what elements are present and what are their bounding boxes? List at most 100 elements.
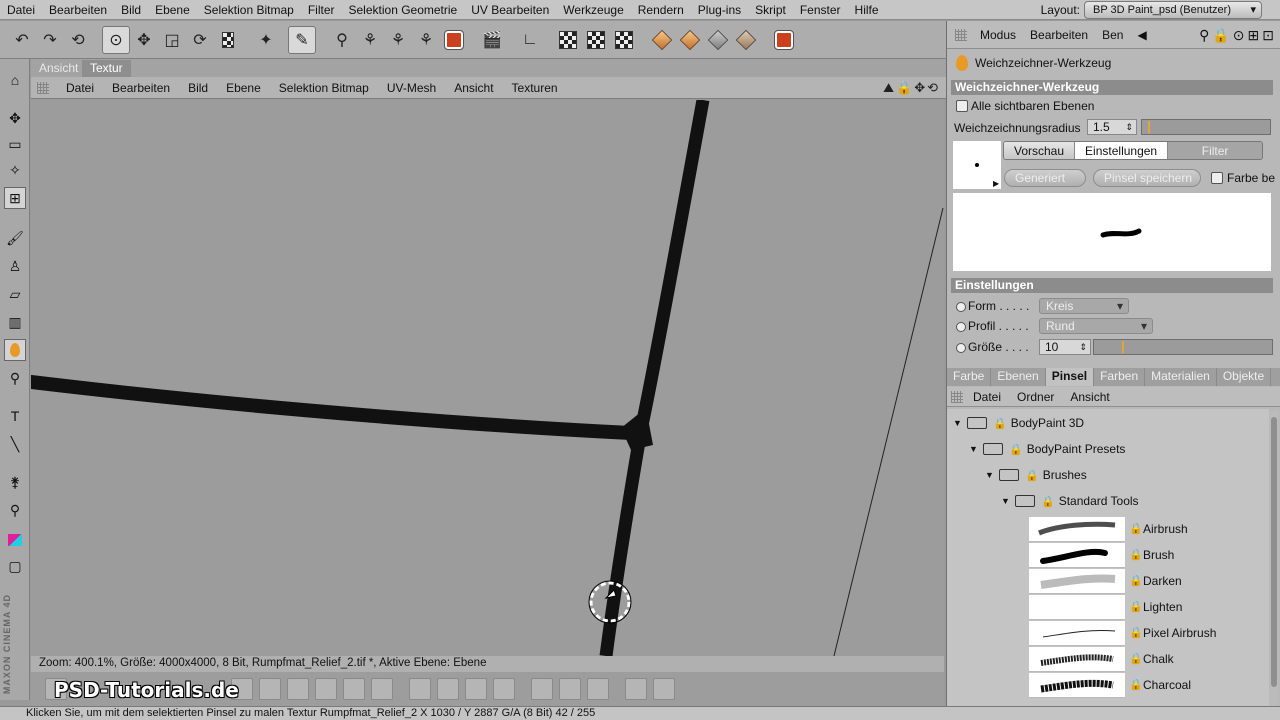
bottom-tool-10[interactable] bbox=[465, 678, 487, 700]
cube-3-icon[interactable] bbox=[704, 26, 732, 54]
tab-pinsel[interactable]: Pinsel bbox=[1045, 368, 1095, 386]
form-dropdown[interactable]: Kreis bbox=[1039, 298, 1129, 314]
magic-wand-icon[interactable]: ✦ bbox=[252, 26, 280, 54]
tab-farbe[interactable]: Farbe bbox=[947, 368, 992, 386]
tab-textur[interactable]: Textur bbox=[82, 60, 131, 77]
eyedropper-icon[interactable]: ⚵ bbox=[4, 471, 26, 493]
browser-menu-ansicht[interactable]: Ansicht bbox=[1062, 390, 1117, 404]
tab-objekte[interactable]: Objekte bbox=[1217, 368, 1272, 386]
tree-item[interactable]: ▼ 🔒 BodyPaint Presets bbox=[969, 439, 1125, 459]
uv-edge-icon[interactable]: ⚘ bbox=[412, 26, 440, 54]
move-icon[interactable]: ✥ bbox=[4, 107, 26, 129]
menu-bearbeiten[interactable]: Bearbeiten bbox=[42, 3, 114, 17]
menu-selektion-geometrie[interactable]: Selektion Geometrie bbox=[342, 3, 465, 17]
expand-arrow-icon[interactable]: ▼ bbox=[953, 418, 963, 428]
tab-farben[interactable]: Farben bbox=[1094, 368, 1146, 386]
menu-bild[interactable]: Bild bbox=[114, 3, 148, 17]
size-input[interactable]: 10 bbox=[1039, 339, 1091, 355]
scroll-thumb[interactable] bbox=[1271, 417, 1277, 687]
attr-tool-icons[interactable]: ⚲🔒⊙⊞⊡ bbox=[1199, 27, 1277, 44]
menu-plug-ins[interactable]: Plug-ins bbox=[691, 3, 748, 17]
tab-vorschau[interactable]: Vorschau bbox=[1004, 142, 1076, 159]
gradient-icon[interactable]: ▥ bbox=[4, 311, 26, 333]
uv-point-icon[interactable]: ⚘ bbox=[384, 26, 412, 54]
menu-werkzeuge[interactable]: Werkzeuge bbox=[556, 3, 630, 17]
tree-item[interactable]: ▼ 🔒 Brushes bbox=[985, 465, 1087, 485]
tab-ebenen[interactable]: Ebenen bbox=[991, 368, 1046, 386]
pointer-tool-icon[interactable]: ⊙ bbox=[102, 26, 130, 54]
bottom-tool-4[interactable] bbox=[287, 678, 309, 700]
brush-row-brush[interactable]: 🔒 Brush bbox=[1029, 543, 1269, 569]
rect-select-icon[interactable]: ▭ bbox=[4, 133, 26, 155]
render-settings-icon[interactable] bbox=[440, 26, 468, 54]
brush-icon[interactable]: 🖌 bbox=[4, 227, 26, 249]
radius-slider-knob[interactable] bbox=[1148, 121, 1151, 133]
menu-uv-bearbeiten[interactable]: UV Bearbeiten bbox=[464, 3, 556, 17]
mask-icon[interactable]: ▢ bbox=[4, 555, 26, 577]
size-slider[interactable] bbox=[1093, 339, 1273, 355]
bottom-tool-12[interactable] bbox=[531, 678, 553, 700]
view-menu-datei[interactable]: Datei bbox=[57, 81, 103, 95]
move-tool-icon[interactable]: ✥ bbox=[130, 26, 158, 54]
bottom-tool-16[interactable] bbox=[653, 678, 675, 700]
tab-filter[interactable]: Filter bbox=[1168, 142, 1263, 159]
bottom-tool-8[interactable] bbox=[409, 678, 431, 700]
bottom-tool-7[interactable] bbox=[371, 678, 393, 700]
view-menu-bild[interactable]: Bild bbox=[179, 81, 217, 95]
uv-checker-1-icon[interactable] bbox=[554, 26, 582, 54]
uv-checker-3-icon[interactable] bbox=[610, 26, 638, 54]
uv-checker-2-icon[interactable] bbox=[582, 26, 610, 54]
expand-arrow-icon[interactable]: ▼ bbox=[1001, 496, 1011, 506]
paint-3d-icon[interactable]: ✎ bbox=[288, 26, 316, 54]
brush-row-chalk[interactable]: 🔒 Chalk bbox=[1029, 647, 1269, 673]
refresh-icon[interactable]: ⟲ bbox=[64, 26, 92, 54]
menu-hilfe[interactable]: Hilfe bbox=[848, 3, 886, 17]
stamp-icon[interactable]: ♙ bbox=[4, 255, 26, 277]
texture-canvas[interactable] bbox=[31, 100, 944, 656]
bottom-tool-15[interactable] bbox=[625, 678, 647, 700]
bottom-tool-6[interactable] bbox=[343, 678, 365, 700]
back-arrow-icon[interactable]: ◀ bbox=[1130, 28, 1153, 42]
brush-row-charcoal[interactable]: 🔒 Charcoal bbox=[1029, 673, 1269, 699]
browser-menu-ordner[interactable]: Ordner bbox=[1009, 390, 1062, 404]
tab-ansicht[interactable]: Ansicht bbox=[31, 60, 86, 77]
menu-datei[interactable]: Datei bbox=[0, 3, 42, 17]
expand-arrow-icon[interactable]: ▼ bbox=[985, 470, 995, 480]
attr-menu-ben[interactable]: Ben bbox=[1095, 28, 1130, 42]
text-icon[interactable]: T bbox=[4, 405, 26, 427]
brush-row-pixel-airbrush[interactable]: 🔒 Pixel Airbrush bbox=[1029, 621, 1269, 647]
all-layers-checkbox[interactable] bbox=[956, 100, 968, 112]
tree-item[interactable]: ▼ 🔒 Standard Tools bbox=[1001, 491, 1139, 511]
view-menu-texturen[interactable]: Texturen bbox=[503, 81, 567, 95]
projection-paint-icon[interactable]: ⚲ bbox=[328, 26, 356, 54]
smudge-icon[interactable]: ⚲ bbox=[4, 367, 26, 389]
bottom-tool-9[interactable] bbox=[437, 678, 459, 700]
attr-menu-bearbeiten[interactable]: Bearbeiten bbox=[1023, 28, 1095, 42]
zoom-icon[interactable]: ⚲ bbox=[4, 499, 26, 521]
l-shape-icon[interactable]: ∟ bbox=[516, 26, 544, 54]
color-swatch-icon[interactable] bbox=[4, 529, 26, 551]
radius-slider[interactable] bbox=[1141, 119, 1271, 135]
menu-ebene[interactable]: Ebene bbox=[148, 3, 197, 17]
save-brush-button[interactable]: Pinsel speichern bbox=[1093, 169, 1201, 187]
bottom-tool-13[interactable] bbox=[559, 678, 581, 700]
rotate-tool-icon[interactable]: ⟳ bbox=[186, 26, 214, 54]
brush-row-darken[interactable]: 🔒 Darken bbox=[1029, 569, 1269, 595]
color-checkbox[interactable] bbox=[1211, 172, 1223, 184]
menu-filter[interactable]: Filter bbox=[301, 3, 342, 17]
menu-fenster[interactable]: Fenster bbox=[793, 3, 848, 17]
view-menu-uv-mesh[interactable]: UV-Mesh bbox=[378, 81, 445, 95]
bottom-tool-5[interactable] bbox=[315, 678, 337, 700]
eraser-icon[interactable]: ▱ bbox=[4, 283, 26, 305]
clapper-icon[interactable]: 🎬 bbox=[478, 26, 506, 54]
cube-1-icon[interactable] bbox=[648, 26, 676, 54]
menu-selektion-bitmap[interactable]: Selektion Bitmap bbox=[197, 3, 301, 17]
tree-item[interactable]: ▼ 🔒 BodyPaint 3D bbox=[953, 413, 1084, 433]
magic-select-icon[interactable]: ✧ bbox=[4, 159, 26, 181]
generated-dropdown[interactable]: Generiert bbox=[1004, 169, 1086, 187]
bottom-tool-3[interactable] bbox=[259, 678, 281, 700]
profile-radio[interactable] bbox=[956, 322, 966, 332]
menu-skript[interactable]: Skript bbox=[748, 3, 793, 17]
profile-dropdown[interactable]: Rund bbox=[1039, 318, 1153, 334]
view-menu-ansicht[interactable]: Ansicht bbox=[445, 81, 502, 95]
